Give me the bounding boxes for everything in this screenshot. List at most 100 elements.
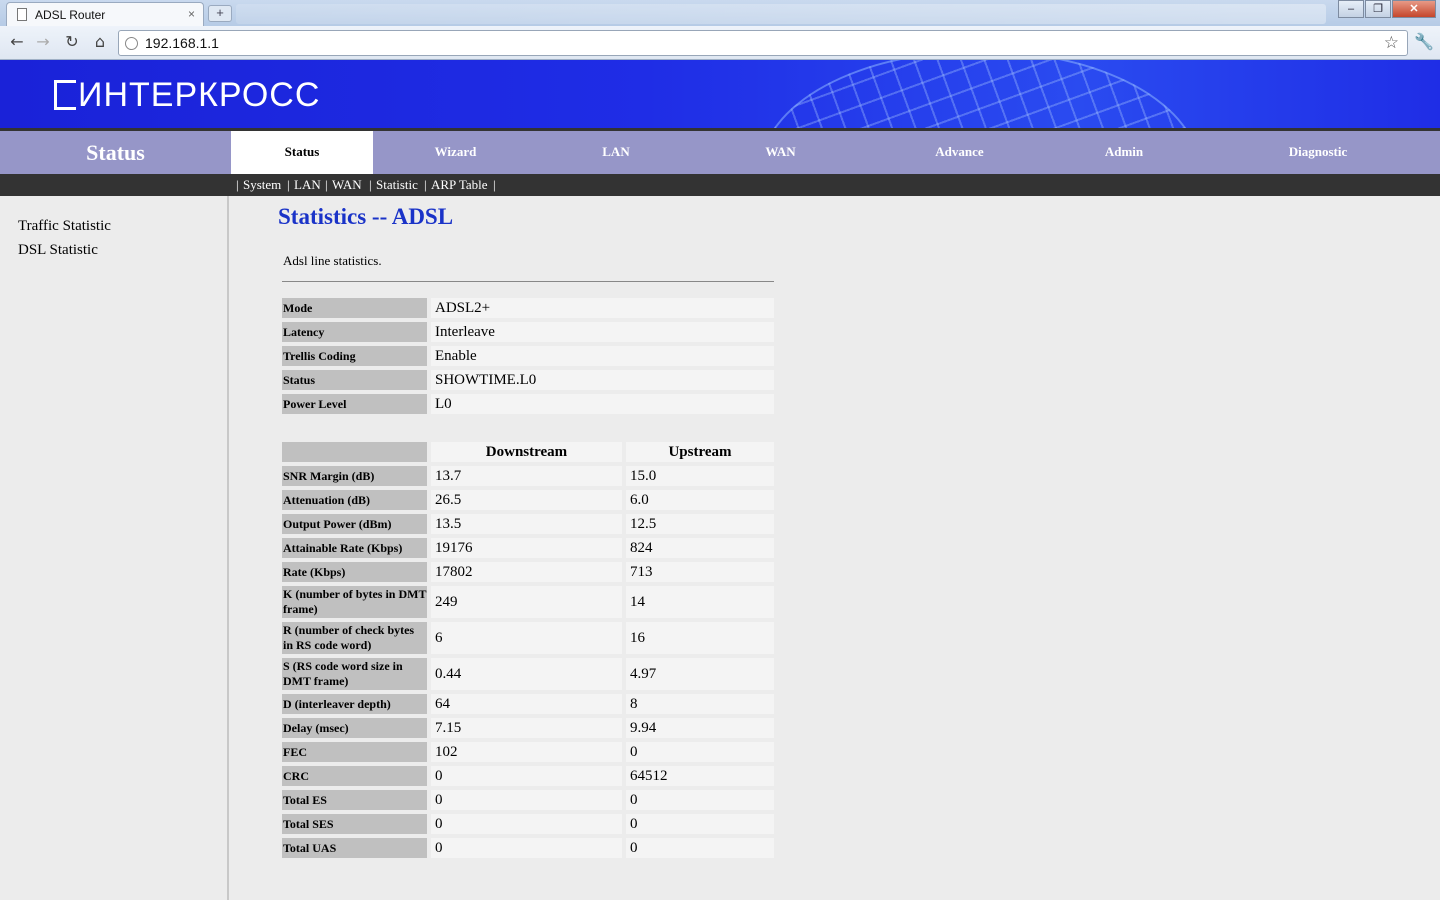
tab-diagnostic[interactable]: Diagnostic (1196, 131, 1440, 174)
page-icon (17, 8, 27, 21)
stat-upstream: 824 (626, 538, 774, 558)
browser-titlebar: ADSL Router × + – ❐ ✕ (0, 0, 1440, 26)
sub-nav: | System | LAN | WAN | Statistic | ARP T… (0, 174, 1440, 196)
tab-close-icon[interactable]: × (188, 7, 195, 21)
tab-admin[interactable]: Admin (1052, 131, 1196, 174)
stat-label: Attenuation (dB) (282, 490, 427, 510)
tab-title: ADSL Router (35, 8, 106, 22)
stats-row: K (number of bytes in DMT frame) 249 14 (282, 586, 774, 618)
stat-upstream: 6.0 (626, 490, 774, 510)
stat-upstream: 12.5 (626, 514, 774, 534)
stat-label: Delay (msec) (282, 718, 427, 738)
row-value: Enable (431, 346, 774, 366)
line-info-row: Mode ADSL2+ (282, 298, 774, 318)
stats-row: Output Power (dBm) 13.5 12.5 (282, 514, 774, 534)
tab-wan[interactable]: WAN (694, 131, 867, 174)
stat-label: Rate (Kbps) (282, 562, 427, 582)
back-icon[interactable]: ← (6, 32, 28, 52)
tab-advance[interactable]: Advance (867, 131, 1052, 174)
stats-row: R (number of check bytes in RS code word… (282, 622, 774, 654)
stat-downstream: 64 (431, 694, 622, 714)
stat-downstream: 0 (431, 838, 622, 858)
row-label: Mode (282, 298, 427, 318)
stat-downstream: 26.5 (431, 490, 622, 510)
stat-upstream: 14 (626, 586, 774, 618)
stats-row: Total ES 0 0 (282, 790, 774, 810)
stat-label: Total ES (282, 790, 427, 810)
stat-downstream: 13.5 (431, 514, 622, 534)
stat-upstream: 713 (626, 562, 774, 582)
stat-label: Total SES (282, 814, 427, 834)
header-upstream: Upstream (626, 442, 774, 462)
sidebar-item-traffic-statistic[interactable]: Traffic Statistic (18, 218, 111, 235)
subnav-wan[interactable]: WAN (332, 177, 362, 193)
home-icon[interactable]: ⌂ (89, 32, 111, 52)
stat-upstream: 64512 (626, 766, 774, 786)
stat-label: R (number of check bytes in RS code word… (282, 622, 427, 654)
stat-upstream: 0 (626, 814, 774, 834)
forward-icon[interactable]: → (32, 32, 54, 52)
tab-status[interactable]: Status (231, 131, 373, 174)
wrench-icon[interactable]: 🔧 (1414, 32, 1434, 51)
background-tabs[interactable] (236, 4, 1326, 24)
bookmark-star-icon[interactable]: ☆ (1384, 33, 1399, 53)
stat-upstream: 0 (626, 742, 774, 762)
url-text[interactable]: 192.168.1.1 (145, 35, 219, 51)
stat-label: Attainable Rate (Kbps) (282, 538, 427, 558)
line-stats-table: Downstream Upstream SNR Margin (dB) 13.7 1… (282, 438, 774, 862)
stats-row: Total UAS 0 0 (282, 838, 774, 858)
row-label: Latency (282, 322, 427, 342)
header-corner (282, 442, 427, 462)
stat-downstream: 6 (431, 622, 622, 654)
header-downstream: Downstream (431, 442, 622, 462)
browser-toolbar: ← → ↻ ⌂ 192.168.1.1 ☆ 🔧 (0, 26, 1440, 60)
subnav-arp-table[interactable]: ARP Table (431, 177, 488, 193)
stat-label: D (interleaver depth) (282, 694, 427, 714)
tab-wizard[interactable]: Wizard (373, 131, 538, 174)
row-value: Interleave (431, 322, 774, 342)
tab-lan[interactable]: LAN (538, 131, 694, 174)
browser-tab[interactable]: ADSL Router × (6, 2, 204, 26)
subnav-system[interactable]: System (243, 177, 281, 193)
address-bar[interactable]: 192.168.1.1 ☆ (118, 30, 1408, 56)
stat-upstream: 4.97 (626, 658, 774, 690)
stat-label: Total UAS (282, 838, 427, 858)
stat-label: Output Power (dBm) (282, 514, 427, 534)
line-info-table: Mode ADSL2+ Latency Interleave Trellis Codin… (282, 294, 774, 418)
stats-row: D (interleaver depth) 64 8 (282, 694, 774, 714)
subnav-statistic[interactable]: Statistic (376, 177, 418, 193)
globe-graphic (760, 60, 1200, 128)
divider (282, 281, 774, 282)
stats-row: FEC 102 0 (282, 742, 774, 762)
maximize-button[interactable]: ❐ (1365, 0, 1391, 18)
row-label: Status (282, 370, 427, 390)
minimize-button[interactable]: – (1338, 0, 1364, 18)
stat-downstream: 7.15 (431, 718, 622, 738)
stat-upstream: 0 (626, 838, 774, 858)
subnav-lan[interactable]: LAN (294, 177, 321, 193)
stats-row: Attenuation (dB) 26.5 6.0 (282, 490, 774, 510)
stat-upstream: 16 (626, 622, 774, 654)
logo-mark-icon (54, 80, 76, 110)
stats-row: SNR Margin (dB) 13.7 15.0 (282, 466, 774, 486)
stat-label: FEC (282, 742, 427, 762)
stats-row: Total SES 0 0 (282, 814, 774, 834)
stat-label: S (RS code word size in DMT frame) (282, 658, 427, 690)
close-window-button[interactable]: ✕ (1392, 0, 1436, 18)
stat-upstream: 8 (626, 694, 774, 714)
row-value: ADSL2+ (431, 298, 774, 318)
section-title: Status (86, 140, 145, 165)
line-info-row: Latency Interleave (282, 322, 774, 342)
globe-icon (125, 37, 138, 50)
router-banner: ИНТЕРКРОСС (0, 60, 1440, 128)
main-content: Statistics -- ADSL Adsl line statistics.… (231, 196, 1440, 900)
stat-upstream: 9.94 (626, 718, 774, 738)
stats-row: Rate (Kbps) 17802 713 (282, 562, 774, 582)
stats-row: Attainable Rate (Kbps) 19176 824 (282, 538, 774, 558)
new-tab-button[interactable]: + (208, 5, 232, 22)
sidebar-item-dsl-statistic[interactable]: DSL Statistic (18, 242, 98, 259)
line-info-row: Trellis Coding Enable (282, 346, 774, 366)
page-title: Statistics -- ADSL (278, 204, 454, 229)
reload-icon[interactable]: ↻ (61, 32, 83, 52)
row-value: SHOWTIME.L0 (431, 370, 774, 390)
